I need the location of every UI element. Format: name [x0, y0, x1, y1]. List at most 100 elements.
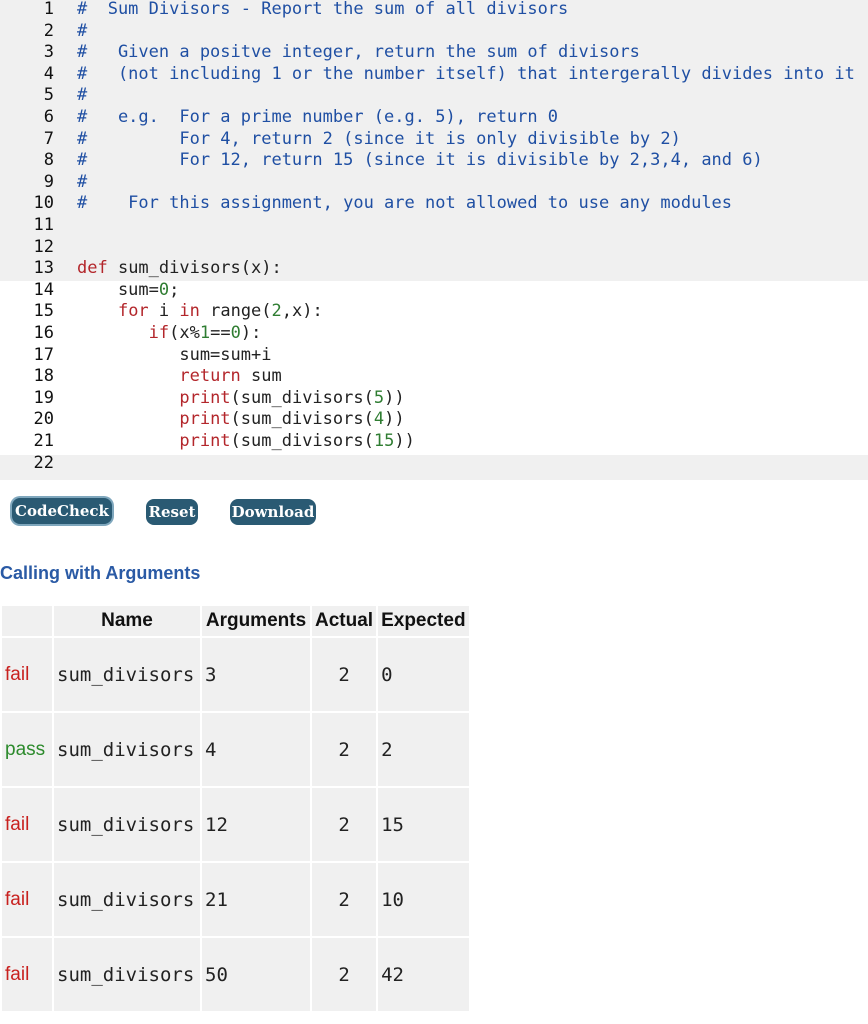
- arguments-cell: 50: [202, 938, 310, 1011]
- status-cell: fail: [2, 938, 52, 1011]
- name-header: Name: [54, 606, 200, 636]
- arguments-cell: 4: [202, 713, 310, 786]
- line-number: 5: [43, 85, 54, 106]
- arguments-cell: 21: [202, 863, 310, 936]
- line-number: 3: [43, 42, 54, 63]
- line-number: 19: [33, 387, 54, 408]
- expected-cell: 42: [378, 938, 469, 1011]
- results-table: Name Arguments Actual Expected fail sum_d…: [0, 604, 471, 1013]
- line-number: 1: [43, 0, 54, 19]
- code-line: 13 def sum_divisors(x):: [0, 258, 868, 280]
- expected-header: Expected: [378, 606, 469, 636]
- line-number: 6: [43, 107, 54, 127]
- code-text: # For this assignment, you are not allow…: [77, 193, 733, 214]
- code-text: # (not including 1 or the number itself)…: [77, 63, 855, 84]
- line-number: 4: [43, 63, 54, 84]
- line-number: 20: [33, 409, 54, 430]
- code-line: 17 sum=sum+i: [0, 345, 868, 367]
- code-line: 20 print(sum_divisors(4)): [0, 409, 868, 431]
- code-line: 18 return sum: [0, 366, 868, 388]
- download-button[interactable]: Download: [230, 499, 316, 525]
- function-name-cell: sum_divisors: [54, 788, 200, 861]
- actual-header: Actual: [312, 606, 377, 636]
- code-text: # Given a positve integer, return the su…: [77, 42, 640, 63]
- status-cell: fail: [2, 638, 52, 711]
- code-line: 2 #: [0, 21, 868, 43]
- code-text: # e.g. For a prime number (e.g. 5), retu…: [77, 107, 559, 127]
- code-line: 21 print(sum_divisors(15)): [0, 431, 868, 453]
- line-number: 22: [33, 452, 54, 473]
- code-text: #: [77, 20, 88, 41]
- code-text[interactable]: return sum: [77, 366, 281, 388]
- codecheck-button[interactable]: CodeCheck: [12, 498, 112, 524]
- code-text: # For 4, return 2 (since it is only divi…: [77, 128, 681, 149]
- status-cell: fail: [2, 863, 52, 936]
- actual-cell: 2: [312, 638, 377, 711]
- expected-cell: 10: [378, 863, 469, 936]
- line-number: 16: [33, 323, 54, 343]
- line-number: 9: [43, 171, 54, 192]
- code-text[interactable]: if(x%1==0):: [77, 323, 262, 345]
- line-number: 15: [33, 301, 54, 322]
- line-number: 13: [33, 258, 54, 279]
- arguments-header: Arguments: [202, 606, 310, 636]
- code-text: #: [77, 85, 88, 106]
- line-number: 10: [33, 193, 54, 214]
- code-text: def sum_divisors(x):: [77, 258, 282, 279]
- expected-cell: 15: [378, 788, 469, 861]
- arguments-cell: 3: [202, 638, 310, 711]
- table-row: fail sum_divisors 50 2 42: [2, 938, 469, 1011]
- code-line: 4 # (not including 1 or the number itself…: [0, 64, 868, 86]
- code-line: 5 #: [0, 85, 868, 107]
- line-number: 14: [33, 279, 54, 300]
- code-text[interactable]: print(sum_divisors(15)): [77, 431, 414, 453]
- code-text[interactable]: print(sum_divisors(5)): [77, 388, 404, 410]
- line-number: 2: [43, 20, 54, 41]
- status-header: [2, 606, 52, 636]
- table-header-row: Name Arguments Actual Expected: [2, 606, 469, 636]
- actual-cell: 2: [312, 713, 377, 786]
- section-title: Calling with Arguments: [0, 563, 201, 583]
- line-number: 12: [33, 236, 54, 257]
- line-number: 18: [33, 366, 54, 387]
- table-row: fail sum_divisors 12 2 15: [2, 788, 469, 861]
- arguments-cell: 12: [202, 788, 310, 861]
- code-line: 1 # Sum Divisors - Report the sum of all …: [0, 0, 868, 21]
- reset-button[interactable]: Reset: [146, 499, 198, 525]
- code-text[interactable]: sum=0;: [77, 280, 179, 302]
- code-line: 8 # For 12, return 15 (since it is divisi…: [0, 150, 868, 172]
- line-number: 11: [33, 215, 54, 235]
- actual-cell: 2: [312, 863, 377, 936]
- line-number: 8: [43, 150, 54, 171]
- code-text[interactable]: sum=sum+i: [77, 345, 271, 367]
- status-cell: fail: [2, 788, 52, 861]
- line-number: 21: [33, 431, 54, 451]
- expected-cell: 2: [378, 713, 469, 786]
- code-line: 19 print(sum_divisors(5)): [0, 388, 868, 410]
- code-text: #: [77, 171, 88, 192]
- code-text: # Sum Divisors - Report the sum of all d…: [77, 0, 569, 19]
- code-line: 6 # e.g. For a prime number (e.g. 5), ret…: [0, 107, 868, 129]
- actual-cell: 2: [312, 788, 377, 861]
- code-line: 16 if(x%1==0):: [0, 323, 868, 345]
- code-editor[interactable]: 1 # Sum Divisors - Report the sum of all …: [0, 0, 868, 480]
- code-text[interactable]: for i in range(2,x):: [77, 301, 323, 323]
- line-number: 17: [33, 344, 54, 365]
- table-row: fail sum_divisors 21 2 10: [2, 863, 469, 936]
- code-line: 22: [0, 453, 868, 475]
- table-row: fail sum_divisors 3 2 0: [2, 638, 469, 711]
- code-line: 12: [0, 237, 868, 259]
- code-line: 10 # For this assignment, you are not all…: [0, 193, 868, 215]
- code-text: # For 12, return 15 (since it is divisib…: [77, 150, 763, 171]
- code-text[interactable]: print(sum_divisors(4)): [77, 409, 404, 431]
- expected-cell: 0: [378, 638, 469, 711]
- function-name-cell: sum_divisors: [54, 638, 200, 711]
- actual-cell: 2: [312, 938, 377, 1011]
- function-name-cell: sum_divisors: [54, 938, 200, 1011]
- function-name-cell: sum_divisors: [54, 863, 200, 936]
- function-name-cell: sum_divisors: [54, 713, 200, 786]
- code-line: 7 # For 4, return 2 (since it is only div…: [0, 129, 868, 151]
- status-cell: pass: [2, 713, 52, 786]
- code-line: 15 for i in range(2,x):: [0, 301, 868, 323]
- code-line: 14 sum=0;: [0, 280, 868, 302]
